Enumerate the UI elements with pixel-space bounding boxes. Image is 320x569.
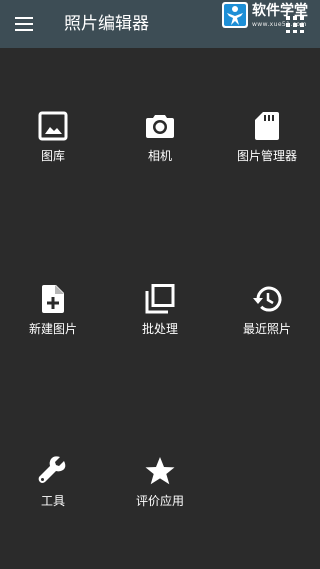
menu-item-label: 图片管理器 — [236, 149, 297, 163]
watermark-logo-icon — [222, 2, 248, 28]
camera-icon — [146, 115, 174, 138]
menu-item-image-manager[interactable]: 图片管理器 — [214, 110, 320, 180]
watermark-url: www.xue51.com — [252, 21, 307, 28]
menu-item-label: 相机 — [147, 149, 172, 163]
sd-card-icon — [255, 112, 279, 140]
watermark-title: 软件学堂 — [252, 3, 308, 19]
menu-item-label: 最近照片 — [242, 322, 291, 336]
app-title: 照片编辑器 — [64, 14, 149, 34]
image-icon — [38, 111, 68, 141]
batch-copy-icon — [145, 284, 175, 314]
history-icon — [253, 286, 282, 312]
menu-item-recent-photos[interactable]: 最近照片 — [214, 283, 320, 353]
menu-item-label: 工具 — [40, 494, 65, 508]
menu-item-batch[interactable]: 批处理 — [107, 283, 213, 353]
menu-item-rate-app[interactable]: 评价应用 — [107, 455, 213, 525]
menu-button[interactable] — [10, 10, 38, 38]
new-file-icon — [42, 285, 64, 313]
menu-item-gallery[interactable]: 图库 — [0, 110, 106, 180]
wrench-icon — [38, 456, 66, 483]
menu-item-camera[interactable]: 相机 — [107, 110, 213, 180]
menu-item-label: 新建图片 — [28, 322, 77, 336]
watermark: 软件学堂 www.xue51.com — [222, 2, 320, 32]
menu-item-label: 图库 — [40, 149, 65, 163]
star-icon — [145, 457, 175, 485]
menu-item-new-image[interactable]: 新建图片 — [0, 283, 106, 353]
hamburger-menu-icon — [15, 17, 33, 31]
menu-item-tools[interactable]: 工具 — [0, 455, 106, 525]
menu-item-label: 评价应用 — [135, 494, 184, 508]
menu-item-label: 批处理 — [141, 322, 178, 336]
